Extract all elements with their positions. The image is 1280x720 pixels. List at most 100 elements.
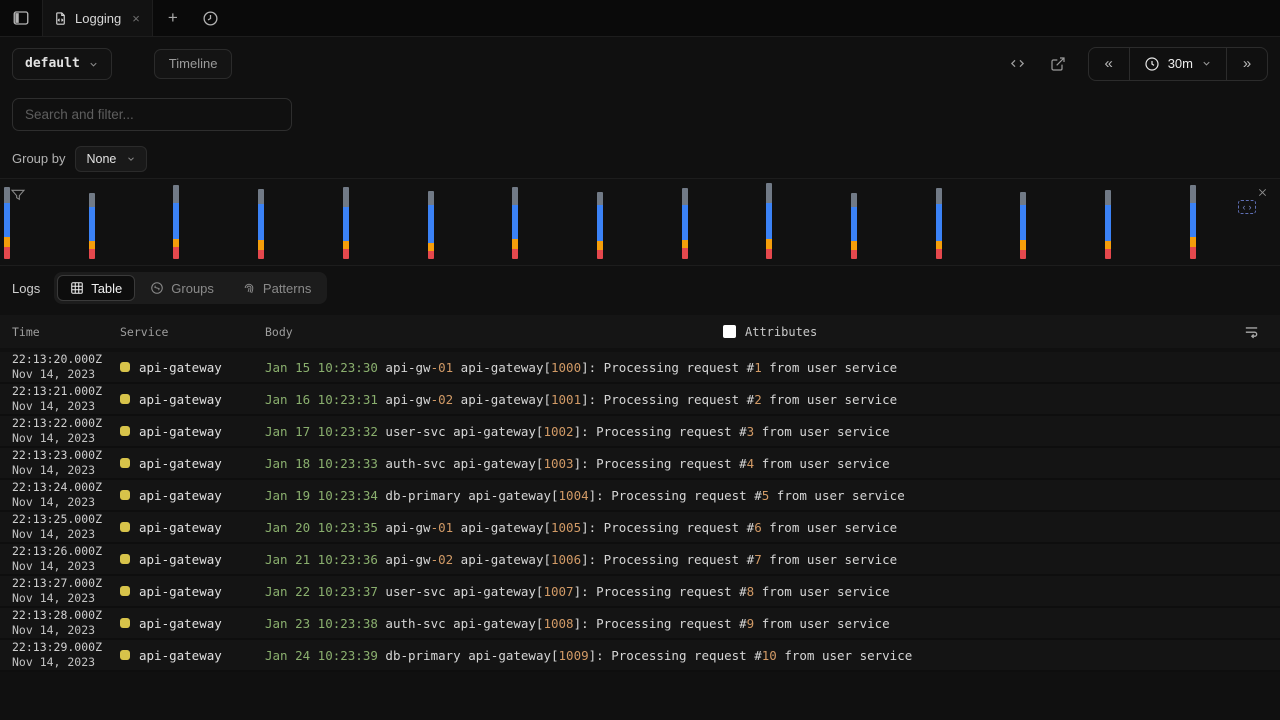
tab-logging[interactable]: Logging × <box>42 0 153 36</box>
histogram-segment-warn <box>89 241 95 249</box>
tab-patterns[interactable]: Patterns <box>229 275 324 301</box>
service-name: api-gateway <box>139 520 222 535</box>
time-range-forward-button[interactable]: » <box>1227 48 1267 80</box>
fit-to-window-icon[interactable]: ‹› <box>1238 200 1256 214</box>
log-row[interactable]: 22:13:22.000ZNov 14, 2023api-gatewayJan … <box>0 416 1280 448</box>
service-name: api-gateway <box>139 648 222 663</box>
log-row[interactable]: 22:13:21.000ZNov 14, 2023api-gatewayJan … <box>0 384 1280 416</box>
histogram-bar[interactable] <box>512 187 518 259</box>
time-range-back-button[interactable]: « <box>1089 48 1129 80</box>
open-external-button[interactable] <box>1044 50 1072 78</box>
histogram-bar[interactable] <box>258 189 264 259</box>
service-cell: api-gateway <box>120 360 265 375</box>
histogram-bar[interactable] <box>428 191 434 259</box>
histogram-segment-trace <box>258 189 264 204</box>
histogram-bars <box>4 179 1196 259</box>
histogram-segment-error <box>428 251 434 259</box>
service-name: api-gateway <box>139 488 222 503</box>
time-range-picker[interactable]: 30m <box>1129 48 1227 80</box>
chevron-down-icon <box>126 154 136 164</box>
file-code-icon <box>53 11 68 26</box>
chevron-down-icon <box>1201 58 1212 69</box>
timeline-button[interactable]: Timeline <box>154 49 233 79</box>
histogram-segment-error <box>173 247 179 259</box>
groups-icon <box>150 281 164 295</box>
log-row[interactable]: 22:13:27.000ZNov 14, 2023api-gatewayJan … <box>0 576 1280 608</box>
histogram-segment-warn <box>428 243 434 251</box>
histogram-segment-error <box>936 249 942 259</box>
histogram-segment-trace <box>4 187 10 203</box>
service-name: api-gateway <box>139 392 222 407</box>
histogram-segment-info <box>512 205 518 239</box>
wrap-text-icon[interactable] <box>1243 315 1260 348</box>
histogram-bar[interactable] <box>682 188 688 259</box>
histogram-segment-trace <box>936 188 942 204</box>
histogram-bar[interactable] <box>936 188 942 259</box>
tab-label: Logging <box>75 11 121 26</box>
histogram-bar[interactable] <box>1105 190 1111 259</box>
panel-left-icon <box>12 9 30 27</box>
service-cell: api-gateway <box>120 456 265 471</box>
histogram-segment-info <box>682 205 688 240</box>
histogram-bar[interactable] <box>1190 185 1196 259</box>
histogram-segment-error <box>258 250 264 259</box>
log-row[interactable]: 22:13:26.000ZNov 14, 2023api-gatewayJan … <box>0 544 1280 576</box>
histogram-segment-trace <box>1190 185 1196 203</box>
histogram-bar[interactable] <box>597 192 603 259</box>
histogram-segment-trace <box>1020 192 1026 205</box>
log-row[interactable]: 22:13:28.000ZNov 14, 2023api-gatewayJan … <box>0 608 1280 640</box>
logs-view-bar: Logs Table Groups Patterns <box>0 266 1280 310</box>
group-by-select[interactable]: None <box>75 146 147 172</box>
logs-view-switcher: Table Groups Patterns <box>54 272 327 304</box>
histogram-segment-info <box>258 204 264 240</box>
body-cell: Jan 23 10:23:38 auth-svc api-gateway[100… <box>265 616 1280 631</box>
service-name: api-gateway <box>139 424 222 439</box>
histogram-segment-error <box>1020 250 1026 259</box>
sidebar-toggle-button[interactable] <box>0 0 42 36</box>
time-cell: 22:13:28.000ZNov 14, 2023 <box>12 608 120 637</box>
column-header-service[interactable]: Service <box>120 315 168 348</box>
log-row[interactable]: 22:13:29.000ZNov 14, 2023api-gatewayJan … <box>0 640 1280 672</box>
tab-table[interactable]: Table <box>57 275 135 301</box>
query-code-button[interactable] <box>1004 50 1032 78</box>
workspace-select[interactable]: default <box>12 48 112 80</box>
search-input[interactable] <box>12 98 292 131</box>
histogram-bar[interactable] <box>4 187 10 259</box>
histogram-segment-trace <box>597 192 603 205</box>
log-row[interactable]: 22:13:23.000ZNov 14, 2023api-gatewayJan … <box>0 448 1280 480</box>
histogram-bar[interactable] <box>766 183 772 259</box>
service-name: api-gateway <box>139 456 222 471</box>
attributes-checkbox[interactable] <box>723 325 736 338</box>
chevron-down-icon <box>88 58 99 70</box>
tab-close-icon[interactable]: × <box>132 11 140 26</box>
histogram-bar[interactable] <box>89 193 95 259</box>
close-icon[interactable] <box>1257 187 1268 198</box>
histogram-segment-error <box>682 248 688 259</box>
histogram-segment-trace <box>173 185 179 203</box>
histogram-bar[interactable] <box>1020 192 1026 259</box>
histogram-segment-info <box>851 207 857 241</box>
timeline-button-label: Timeline <box>169 56 218 71</box>
tab-groups[interactable]: Groups <box>137 275 227 301</box>
log-row[interactable]: 22:13:20.000ZNov 14, 2023api-gatewayJan … <box>0 352 1280 384</box>
service-color-dot <box>120 490 130 500</box>
histogram-segment-info <box>936 204 942 241</box>
histogram-bar[interactable] <box>343 187 349 259</box>
histogram-bar[interactable] <box>851 193 857 259</box>
log-row[interactable]: 22:13:25.000ZNov 14, 2023api-gatewayJan … <box>0 512 1280 544</box>
history-button[interactable] <box>193 0 229 36</box>
time-cell: 22:13:22.000ZNov 14, 2023 <box>12 416 120 445</box>
histogram-segment-info <box>4 203 10 237</box>
histogram-segment-trace <box>1105 190 1111 205</box>
service-cell: api-gateway <box>120 584 265 599</box>
service-name: api-gateway <box>139 360 222 375</box>
column-header-body[interactable]: Body <box>265 315 293 348</box>
service-cell: api-gateway <box>120 488 265 503</box>
code-icon <box>1009 55 1026 72</box>
new-tab-button[interactable]: + <box>153 0 193 36</box>
logs-title: Logs <box>12 281 40 296</box>
column-header-time[interactable]: Time <box>12 315 40 348</box>
histogram-bar[interactable] <box>173 185 179 259</box>
log-row[interactable]: 22:13:24.000ZNov 14, 2023api-gatewayJan … <box>0 480 1280 512</box>
histogram-segment-trace <box>851 193 857 207</box>
